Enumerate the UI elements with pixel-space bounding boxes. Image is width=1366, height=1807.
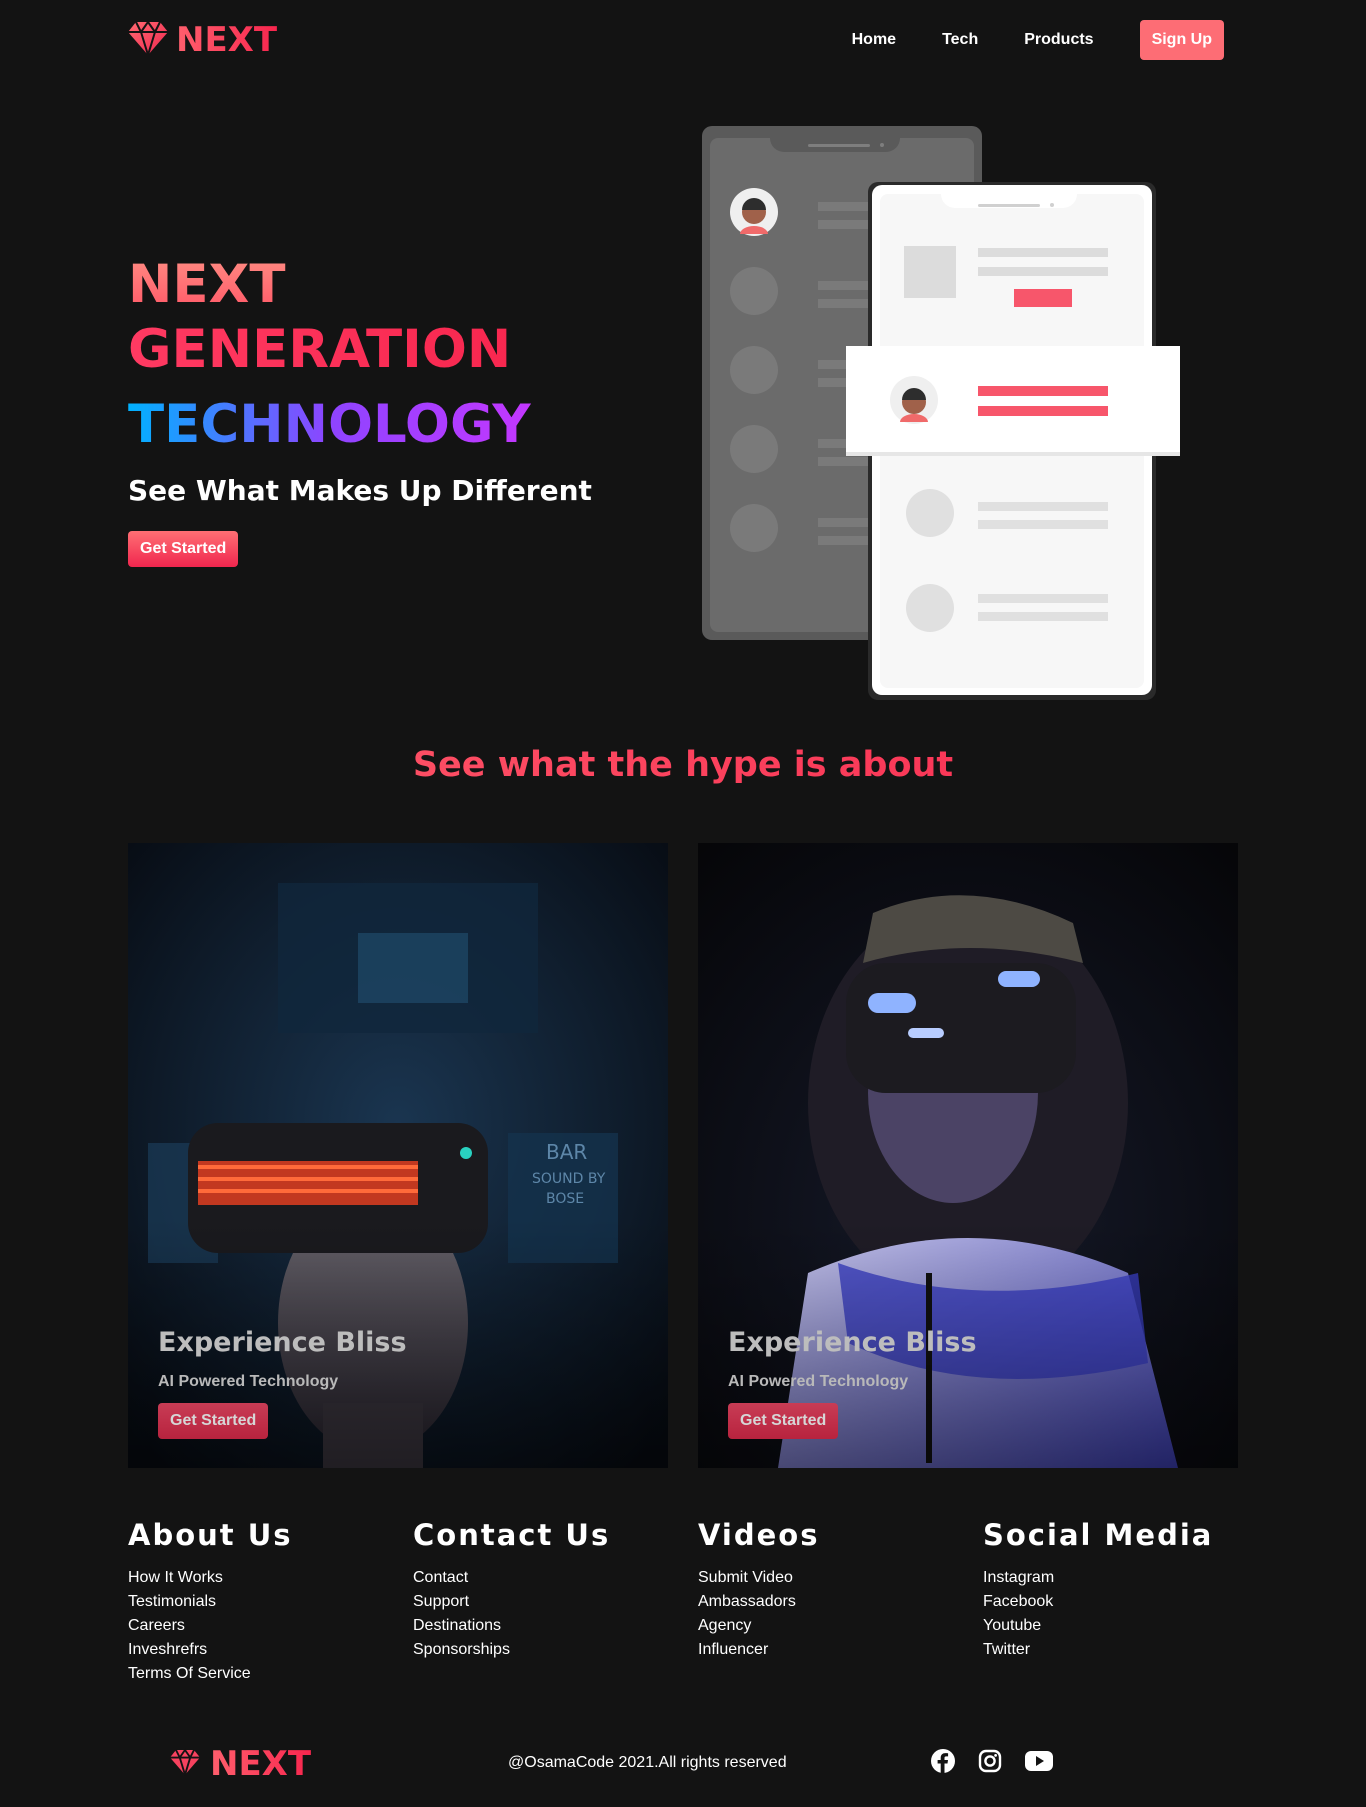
card-get-started-button[interactable]: Get Started <box>158 1403 269 1439</box>
social-links <box>930 1748 1054 1774</box>
hero-get-started-button[interactable]: Get Started <box>128 531 239 567</box>
footer-link[interactable]: Youtube <box>983 1614 1243 1638</box>
logo-link[interactable]: NEXT <box>128 19 278 61</box>
footer-link[interactable]: Contact <box>413 1566 673 1590</box>
instagram-icon[interactable] <box>978 1749 1002 1773</box>
footer-link[interactable]: Sponsorships <box>413 1638 673 1662</box>
feature-card: BAR SOUND BY BOSE Experience Bliss AI Po… <box>128 843 668 1468</box>
copyright-text: @OsamaCode 2021.All rights reserved <box>508 1754 787 1771</box>
footer-link[interactable]: Influencer <box>698 1638 958 1662</box>
card-get-started-button[interactable]: Get Started <box>728 1403 839 1439</box>
signup-button[interactable]: Sign Up <box>1139 20 1224 60</box>
youtube-icon[interactable] <box>1024 1750 1054 1772</box>
footer-column-contact: Contact Us Contact Support Destinations … <box>413 1518 673 1662</box>
navbar: NEXT Home Tech Products Sign Up <box>128 18 1224 62</box>
nav-link-home[interactable]: Home <box>852 31 896 49</box>
footer-link[interactable]: Terms Of Service <box>128 1662 388 1686</box>
footer-link[interactable]: Instagram <box>983 1566 1243 1590</box>
feature-card: Experience Bliss AI Powered Technology G… <box>698 843 1238 1468</box>
nav-link-tech[interactable]: Tech <box>942 31 978 49</box>
footer-link[interactable]: How It Works <box>128 1566 388 1590</box>
footer-heading: Contact Us <box>413 1518 611 1552</box>
hero-title-line1: NEXT <box>128 258 531 311</box>
nav-link-products[interactable]: Products <box>1024 31 1093 49</box>
footer-column-social: Social Media Instagram Facebook Youtube … <box>983 1518 1243 1662</box>
hero-title-line3: TECHNOLOGY <box>128 394 531 455</box>
hero-subtitle: See What Makes Up Different <box>128 474 592 507</box>
footer-link[interactable]: Ambassadors <box>698 1590 958 1614</box>
hero-title: NEXT GENERATION TECHNOLOGY <box>128 258 531 451</box>
footer-heading: Videos <box>698 1518 820 1552</box>
footer-link[interactable]: Inveshrefrs <box>128 1638 388 1662</box>
facebook-icon[interactable] <box>930 1748 956 1774</box>
card-subtitle: AI Powered Technology <box>728 1373 909 1390</box>
footer-link[interactable]: Submit Video <box>698 1566 958 1590</box>
diamond-icon <box>128 19 168 61</box>
diamond-icon <box>170 1747 200 1781</box>
footer-link[interactable]: Testimonials <box>128 1590 388 1614</box>
footer-link[interactable]: Destinations <box>413 1614 673 1638</box>
footer-link[interactable]: Twitter <box>983 1638 1243 1662</box>
hero-title-line2: GENERATION <box>128 323 531 376</box>
nav-menu: Home Tech Products Sign Up <box>852 20 1224 60</box>
footer-link[interactable]: Facebook <box>983 1590 1243 1614</box>
footer-heading: About Us <box>128 1518 293 1552</box>
footer-link[interactable]: Careers <box>128 1614 388 1638</box>
footer-brand-name: NEXT <box>210 1744 312 1784</box>
brand-name: NEXT <box>176 20 278 60</box>
footer-column-videos: Videos Submit Video Ambassadors Agency I… <box>698 1518 958 1662</box>
footer-heading: Social Media <box>983 1518 1214 1552</box>
section-title: See what the hype is about <box>0 745 1366 785</box>
footer-bar: NEXT @OsamaCode 2021.All rights reserved <box>0 1740 1366 1788</box>
footer-link[interactable]: Support <box>413 1590 673 1614</box>
card-title: Experience Bliss <box>158 1327 407 1358</box>
footer-link[interactable]: Agency <box>698 1614 958 1638</box>
footer-column-about: About Us How It Works Testimonials Caree… <box>128 1518 388 1686</box>
card-title: Experience Bliss <box>728 1327 977 1358</box>
footer-logo-link[interactable]: NEXT <box>170 1744 311 1784</box>
phone-illustration <box>698 124 1190 700</box>
card-subtitle: AI Powered Technology <box>158 1373 339 1390</box>
